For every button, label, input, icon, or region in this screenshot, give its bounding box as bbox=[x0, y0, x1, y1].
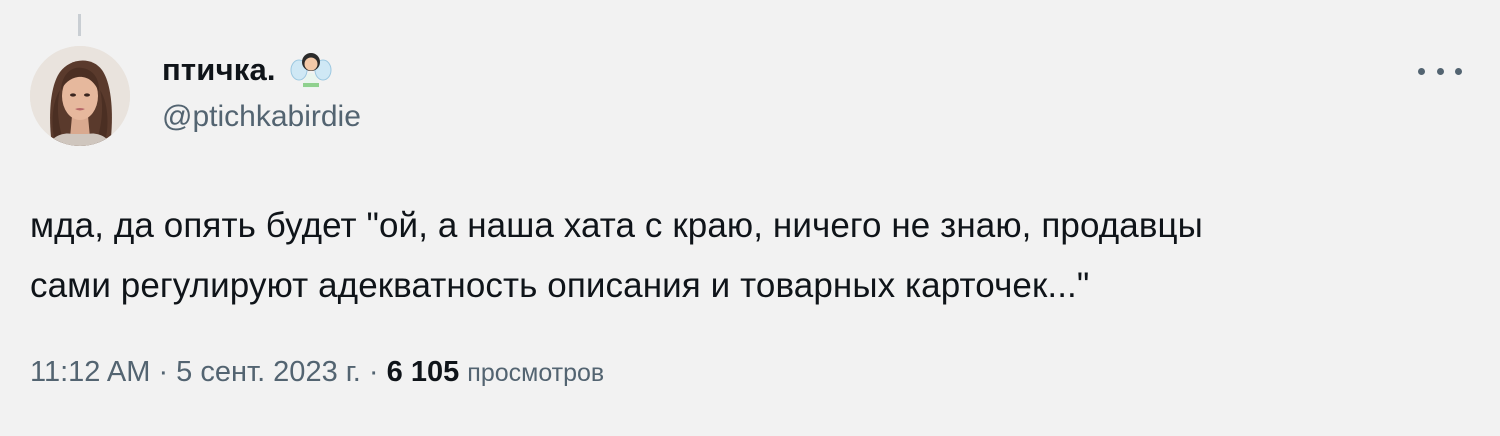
views-label: просмотров bbox=[467, 359, 605, 387]
meta-separator: · bbox=[368, 356, 387, 388]
tweet-date[interactable]: 5 сент. 2023 г. bbox=[176, 356, 361, 388]
more-horizontal-icon-dot bbox=[1436, 67, 1444, 75]
more-options-button[interactable] bbox=[1418, 56, 1462, 86]
tweet-time[interactable]: 11:12 AM bbox=[30, 356, 150, 388]
more-horizontal-icon-dot bbox=[1418, 67, 1425, 75]
fairy-emoji-icon bbox=[290, 53, 332, 88]
tweet-meta: 11:12 AM · 5 сент. 2023 г. · 6 105 просм… bbox=[30, 356, 604, 389]
author-handle[interactable]: @ptichkabirdie bbox=[162, 100, 361, 134]
meta-separator: · bbox=[158, 356, 177, 388]
tweet-text: мда, да опять будет "ой, а наша хата с к… bbox=[30, 196, 1470, 316]
tweet-card: птичка. @ptichkabirdie мда, да опять буд… bbox=[0, 0, 1500, 436]
tweet-text-line: мда, да опять будет "ой, а наша хата с к… bbox=[30, 206, 1203, 245]
author-name-row: птичка. bbox=[162, 50, 332, 90]
tweet-text-line: сами регулируют адекватность описания и … bbox=[30, 266, 1090, 305]
author-display-name[interactable]: птичка. bbox=[162, 52, 276, 88]
more-horizontal-icon-dot bbox=[1455, 67, 1462, 75]
avatar[interactable] bbox=[30, 46, 130, 146]
avatar-image bbox=[30, 46, 130, 146]
views-count[interactable]: 6 105 bbox=[387, 356, 468, 388]
thread-connector-line bbox=[78, 14, 81, 36]
